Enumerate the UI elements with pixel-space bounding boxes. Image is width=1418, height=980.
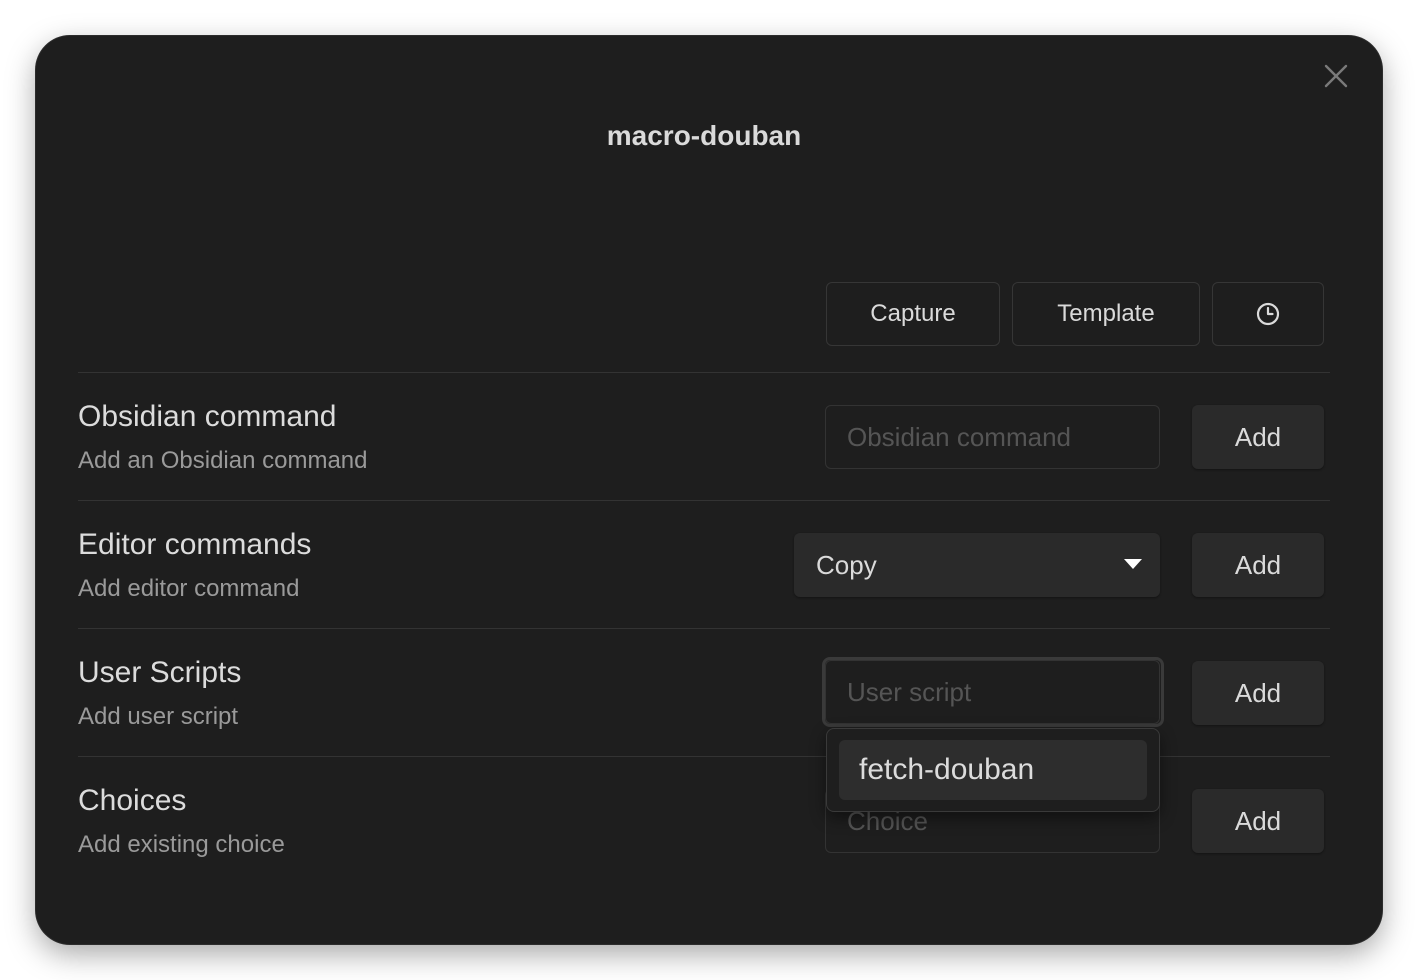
obsidian-command-name: Obsidian command	[78, 400, 337, 433]
divider	[78, 372, 1330, 373]
editor-commands-name: Editor commands	[78, 528, 312, 561]
template-button[interactable]: Template	[1012, 282, 1200, 346]
add-obsidian-command-button[interactable]: Add	[1192, 405, 1324, 469]
suggestion-item[interactable]: fetch-douban	[839, 740, 1147, 800]
editor-command-selected: Copy	[816, 549, 877, 580]
chevron-down-icon	[1124, 559, 1142, 569]
user-script-input[interactable]	[825, 660, 1160, 724]
modal-title: macro-douban	[606, 120, 802, 151]
close-button[interactable]	[1322, 62, 1350, 90]
macro-settings-modal: macro-douban Capture Template Obsidian c…	[36, 36, 1382, 944]
divider	[78, 500, 1330, 501]
add-user-script-button[interactable]: Add	[1192, 661, 1324, 725]
choices-name: Choices	[78, 784, 187, 817]
add-choice-button[interactable]: Add	[1192, 789, 1324, 853]
obsidian-command-input[interactable]	[825, 405, 1160, 469]
add-editor-command-button[interactable]: Add	[1192, 533, 1324, 597]
choices-desc: Add existing choice	[78, 831, 285, 858]
user-scripts-name: User Scripts	[78, 656, 242, 689]
clock-icon	[1256, 302, 1280, 326]
editor-commands-desc: Add editor command	[78, 575, 300, 602]
user-script-suggestions: fetch-douban	[826, 728, 1160, 812]
close-icon[interactable]	[1322, 62, 1350, 90]
capture-button[interactable]: Capture	[826, 282, 1000, 346]
editor-command-select[interactable]: Copy	[794, 533, 1160, 597]
divider	[78, 628, 1330, 629]
wait-button[interactable]	[1212, 282, 1324, 346]
user-scripts-desc: Add user script	[78, 703, 239, 730]
obsidian-command-desc: Add an Obsidian command	[78, 447, 368, 474]
